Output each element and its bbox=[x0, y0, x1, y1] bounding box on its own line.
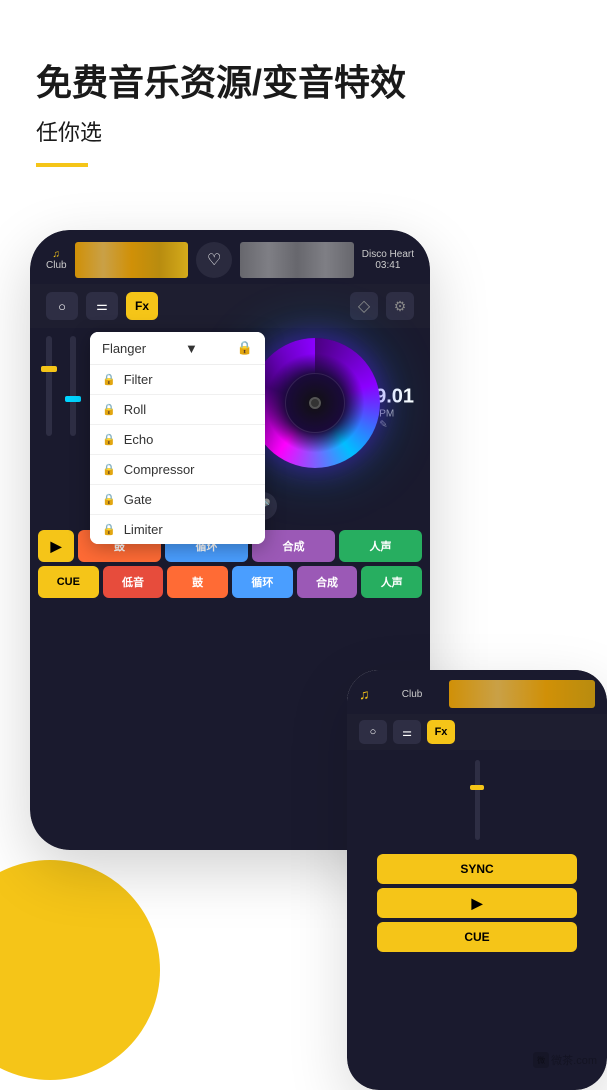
sec-fader-section bbox=[347, 750, 607, 850]
sec-music-icon: ♫ bbox=[359, 686, 370, 702]
sec-fader-track[interactable] bbox=[475, 760, 480, 840]
fader-thumb-right bbox=[65, 396, 81, 402]
pad-synth-2[interactable]: 合成 bbox=[297, 566, 358, 598]
waveform-right bbox=[240, 242, 354, 278]
phone-secondary: ♫ Club ○ ⚌ Fx SYNC bbox=[347, 670, 607, 1090]
sec-pad-row-cue: CUE bbox=[355, 922, 599, 952]
fx-item-limiter[interactable]: 🔒 Limiter bbox=[90, 515, 265, 544]
fx-item-lock-5: 🔒 bbox=[102, 523, 116, 536]
watermark-text: 微茶.com bbox=[551, 1052, 597, 1068]
pad-bass[interactable]: 低音 bbox=[103, 566, 164, 598]
fx-item-label-3: Compressor bbox=[124, 462, 195, 477]
fx-item-label-5: Limiter bbox=[124, 522, 163, 537]
fx-item-filter[interactable]: 🔒 Filter bbox=[90, 365, 265, 395]
yellow-line bbox=[36, 163, 88, 167]
sec-top-bar: ♫ Club bbox=[347, 670, 607, 714]
fx-dropdown[interactable]: Flanger ▼ 🔒 🔒 Filter 🔒 Roll 🔒 Echo bbox=[90, 332, 265, 544]
sec-pad-play[interactable]: ▶ bbox=[377, 888, 577, 918]
fx-item-label-0: Filter bbox=[124, 372, 153, 387]
pad-cue[interactable]: CUE bbox=[38, 566, 99, 598]
main-title: 免费音乐资源/变音特效 bbox=[36, 60, 571, 107]
sec-fader-thumb bbox=[470, 785, 484, 790]
sub-title: 任你选 bbox=[36, 115, 571, 147]
sec-fx-btn[interactable]: Fx bbox=[427, 720, 455, 744]
fx-btn[interactable]: Fx bbox=[126, 292, 158, 320]
fx-item-lock-1: 🔒 bbox=[102, 403, 116, 416]
fx-item-echo[interactable]: 🔒 Echo bbox=[90, 425, 265, 455]
pads-row-2: CUE 低音 鼓 循环 合成 人声 bbox=[38, 566, 422, 598]
fx-item-roll[interactable]: 🔒 Roll bbox=[90, 395, 265, 425]
eq-btn[interactable]: ⚌ bbox=[86, 292, 118, 320]
fx-arrow-icon: ▼ bbox=[185, 341, 198, 356]
sec-track-name: Club bbox=[376, 689, 449, 700]
screen-top-bar: ♫ Club ♡ Disco Heart 03:41 bbox=[30, 230, 430, 284]
watermark-icon: 微 bbox=[533, 1052, 549, 1068]
fx-item-label-2: Echo bbox=[124, 432, 154, 447]
sec-pads-section: SYNC ▶ CUE bbox=[347, 850, 607, 960]
gear-btn[interactable]: ⚙ bbox=[386, 292, 414, 320]
phones-container: ♫ Club ♡ Disco Heart 03:41 ○ ⚌ Fx bbox=[0, 230, 607, 1090]
fx-item-compressor[interactable]: 🔒 Compressor bbox=[90, 455, 265, 485]
pad-play[interactable]: ▶ bbox=[38, 530, 74, 562]
fader-left[interactable] bbox=[46, 336, 52, 480]
fx-item-label-1: Roll bbox=[124, 402, 146, 417]
fx-selected-label: Flanger bbox=[102, 341, 146, 356]
fx-item-lock-3: 🔒 bbox=[102, 463, 116, 476]
fx-item-gate[interactable]: 🔒 Gate bbox=[90, 485, 265, 515]
fx-lock-icon: 🔒 bbox=[237, 340, 253, 356]
fader-thumb-left bbox=[41, 366, 57, 372]
pad-loop-2[interactable]: 循环 bbox=[232, 566, 293, 598]
sec-pad-sync[interactable]: SYNC bbox=[377, 854, 577, 884]
fx-item-lock-0: 🔒 bbox=[102, 373, 116, 386]
sec-circle-btn[interactable]: ○ bbox=[359, 720, 387, 744]
fader-right[interactable] bbox=[70, 336, 76, 480]
fader-track-left bbox=[46, 336, 52, 436]
fx-item-lock-2: 🔒 bbox=[102, 433, 116, 446]
controls-bar: ○ ⚌ Fx ◇ ⚙ bbox=[30, 284, 430, 328]
sec-pad-row-play: ▶ bbox=[355, 888, 599, 918]
waveform-left bbox=[75, 242, 189, 278]
track-name-left: ♫ Club bbox=[46, 249, 67, 271]
fader-track-right bbox=[70, 336, 76, 436]
phone-secondary-screen: ♫ Club ○ ⚌ Fx SYNC bbox=[347, 670, 607, 1090]
fx-item-lock-4: 🔒 bbox=[102, 493, 116, 506]
pad-drum-2[interactable]: 鼓 bbox=[167, 566, 228, 598]
sec-pad-cue[interactable]: CUE bbox=[377, 922, 577, 952]
sec-eq-btn[interactable]: ⚌ bbox=[393, 720, 421, 744]
fx-item-label-4: Gate bbox=[124, 492, 152, 507]
pad-vocal-1[interactable]: 人声 bbox=[339, 530, 422, 562]
sec-controls-bar: ○ ⚌ Fx bbox=[347, 714, 607, 750]
watermark: 微 微茶.com bbox=[533, 1052, 597, 1068]
pad-vocal-2[interactable]: 人声 bbox=[361, 566, 422, 598]
fx-dropdown-header: Flanger ▼ 🔒 bbox=[90, 332, 265, 365]
circle-btn[interactable]: ○ bbox=[46, 292, 78, 320]
sec-waveform bbox=[449, 680, 595, 708]
diamond-btn[interactable]: ◇ bbox=[350, 292, 378, 320]
heart-icon: ♡ bbox=[196, 242, 232, 278]
header-section: 免费音乐资源/变音特效 任你选 bbox=[0, 0, 607, 167]
vinyl-disc bbox=[250, 338, 380, 468]
track-name-right: Disco Heart 03:41 bbox=[362, 249, 414, 271]
sec-pad-row-sync: SYNC bbox=[355, 854, 599, 884]
